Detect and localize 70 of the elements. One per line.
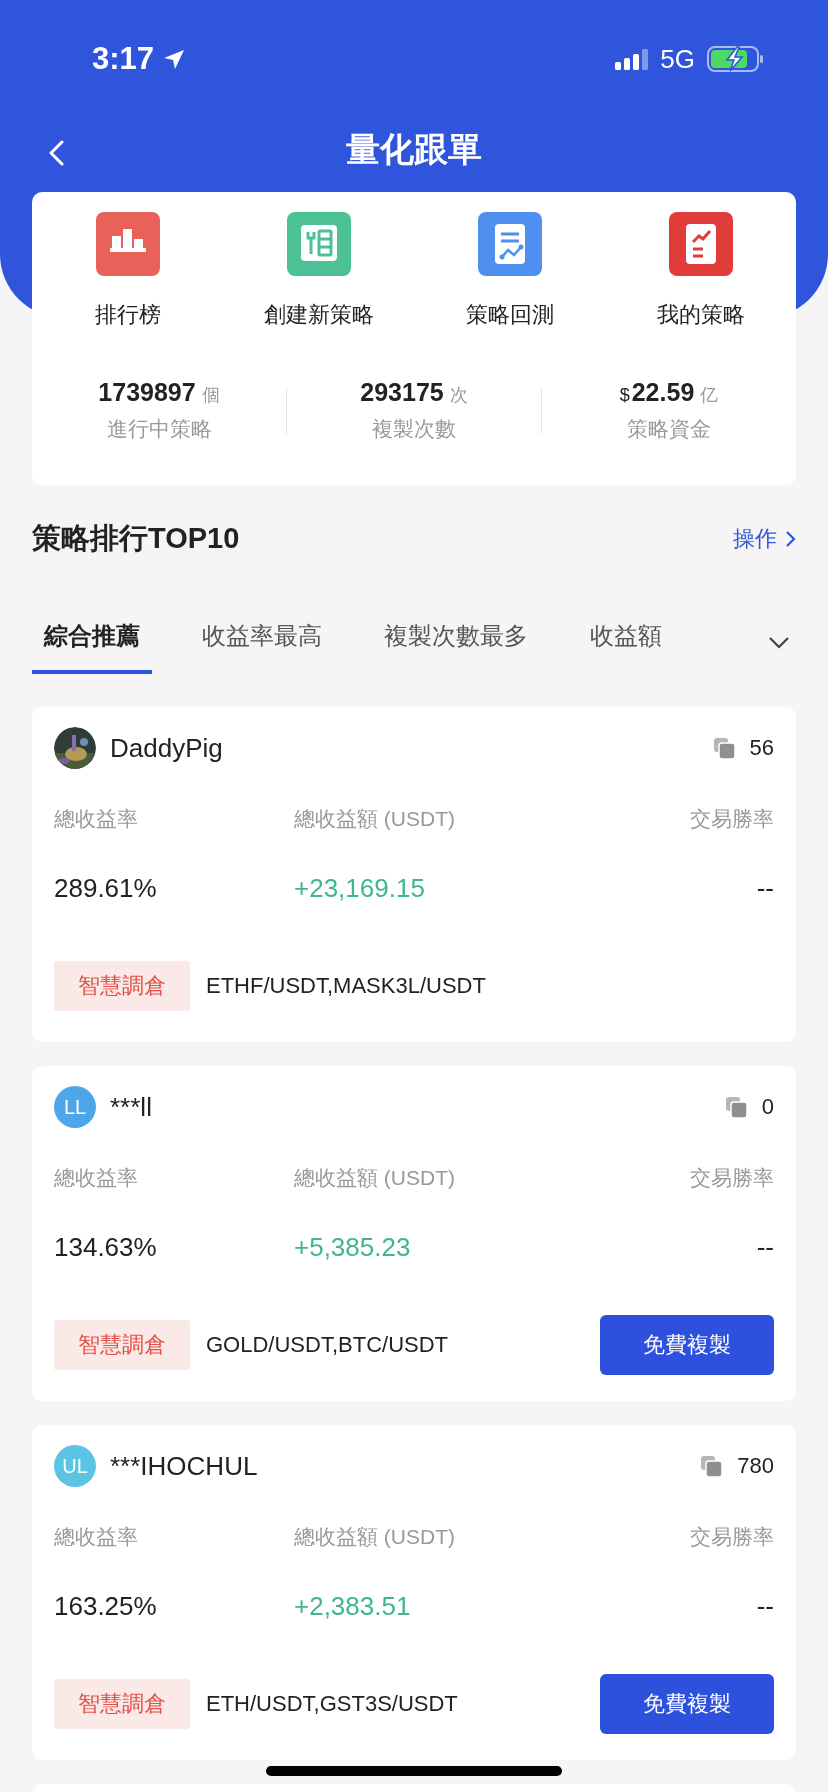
win-rate: -- [755, 1232, 774, 1263]
copy-icon [700, 1454, 724, 1478]
document-chart-icon[interactable] [477, 212, 542, 276]
strategy-tag: 智慧調倉 [54, 961, 190, 1011]
metric-label: 總收益率 [54, 806, 139, 832]
user-name: DaddyPig [110, 732, 223, 764]
profit-value: +2,383.51 [294, 1591, 412, 1622]
stat-label: 策略資金 [627, 416, 711, 442]
trading-pairs: GOLD/USDT,BTC/USDT [206, 1332, 449, 1358]
return-rate: 289.61% [54, 873, 158, 904]
copy-button[interactable]: 免費複製 [600, 1674, 774, 1734]
document-trend-icon[interactable] [668, 212, 733, 276]
return-rate: 134.63% [54, 1232, 158, 1263]
chevron-down-icon [768, 635, 790, 649]
metric-label: 總收益額 (USDT) [294, 1165, 456, 1191]
strategy-tag: 智慧調倉 [54, 1320, 190, 1370]
trading-pairs: ETH/USDT,GST3S/USDT [206, 1691, 458, 1717]
stat-label: 複製次數 [372, 416, 456, 442]
copy-count: 56 [749, 735, 774, 761]
strategy-tag: 智慧調倉 [54, 1679, 190, 1729]
return-rate: 163.25% [54, 1591, 158, 1622]
stat-label: 進行中策略 [106, 416, 212, 442]
chevron-right-icon [785, 530, 796, 548]
form-tool-icon[interactable] [286, 212, 351, 276]
shortcut-label[interactable]: 我的策略 [656, 300, 745, 330]
win-rate: -- [755, 1591, 774, 1622]
metric-label: 總收益率 [54, 1165, 139, 1191]
page-title: 量化跟單 [346, 129, 482, 170]
tab[interactable]: 綜合推薦 [32, 610, 152, 674]
stat-value: 22.59 [631, 378, 695, 407]
tab[interactable]: 收益率最高 [190, 610, 334, 674]
copy-button[interactable]: 免費複製 [600, 1315, 774, 1375]
avatar: LL [54, 1086, 96, 1128]
battery-charging-icon [707, 46, 764, 72]
win-rate: -- [755, 873, 774, 904]
copy-icon [724, 1095, 748, 1119]
location-arrow-icon [162, 47, 187, 71]
tab[interactable]: 收益額 [578, 610, 674, 674]
currency-symbol: $ [619, 385, 630, 406]
profit-value: +23,169.15 [294, 873, 426, 904]
stat-value: 293175 [360, 378, 444, 407]
shortcut-label[interactable]: 策略回測 [465, 300, 554, 330]
back-icon [48, 140, 65, 166]
signal-icon [615, 48, 649, 70]
avatar: UL [54, 1445, 96, 1487]
metric-label: 總收益率 [54, 1524, 139, 1550]
shortcut-label[interactable]: 排行榜 [94, 300, 161, 330]
copy-icon [712, 736, 736, 760]
metric-label: 交易勝率 [690, 1165, 774, 1191]
stat-unit: 個 [201, 384, 220, 407]
tab[interactable]: 複製次數最多 [372, 610, 540, 674]
section-title: 策略排行TOP10 [32, 521, 240, 556]
profit-value: +5,385.23 [294, 1232, 412, 1263]
user-name: ***ll [110, 1091, 152, 1123]
metric-label: 總收益額 (USDT) [294, 806, 456, 832]
network-label: 5G [660, 43, 695, 75]
metric-label: 總收益額 (USDT) [294, 1524, 456, 1550]
copy-count: 0 [761, 1094, 774, 1120]
stat-value: 1739897 [98, 378, 196, 407]
operation-link[interactable]: 操作 [733, 524, 796, 554]
trading-pairs: ETHF/USDT,MASK3L/USDT [206, 973, 486, 999]
user-name: ***IHOCHUL [110, 1450, 258, 1482]
shortcut-label[interactable]: 創建新策略 [263, 300, 374, 330]
status-time: 3:17 [92, 41, 155, 77]
podium-icon[interactable] [95, 212, 160, 276]
stat-unit: 亿 [700, 384, 719, 407]
metric-label: 交易勝率 [690, 1524, 774, 1550]
copy-count: 780 [737, 1453, 774, 1479]
metric-label: 交易勝率 [690, 806, 774, 832]
stat-unit: 次 [449, 384, 468, 407]
